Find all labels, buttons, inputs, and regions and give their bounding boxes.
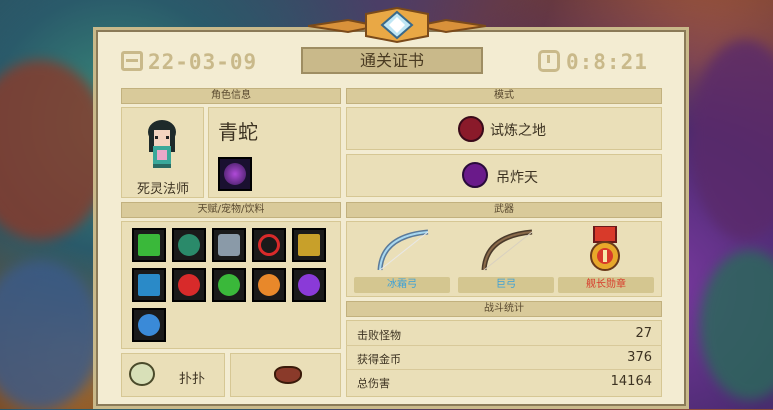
character-avatar: [148, 120, 176, 168]
green-shield-icon: [212, 268, 246, 302]
weapon-name: 舰长勋章: [558, 277, 654, 293]
character-section-header: 角色信息: [121, 88, 341, 104]
purple-shield-icon: [292, 268, 326, 302]
weapons-section-header: 武器: [346, 202, 662, 218]
target-icon: [132, 268, 166, 302]
heart-shield-icon: [172, 228, 206, 262]
certificate-title: 通关证书: [301, 47, 483, 74]
clock-icon: [538, 50, 560, 72]
bow-skill-icon: [132, 228, 166, 262]
demon-skull-icon: [458, 116, 484, 142]
stat-label: 获得金币: [357, 353, 401, 366]
stat-value: 376: [627, 350, 652, 365]
stat-value: 14164: [610, 374, 652, 389]
background-art: [700, 250, 773, 400]
mode-section-header: 模式: [346, 88, 662, 104]
pet-name: 扑扑: [179, 372, 206, 387]
drink-icon: [274, 366, 302, 384]
date-text: 22-03-09: [148, 50, 258, 74]
talents-section-header: 天赋/宠物/饮料: [121, 202, 341, 218]
gun-icon: [292, 228, 326, 262]
fire-shield-icon: [252, 268, 286, 302]
giant-bow-icon: [481, 229, 533, 271]
armor-icon: [212, 228, 246, 262]
weapon-name: 巨弓: [458, 277, 554, 293]
character-class: 死灵法师: [136, 182, 189, 197]
background-art: [690, 40, 773, 240]
crosshair-icon: [252, 228, 286, 262]
mode-name: 试炼之地: [490, 123, 546, 139]
background-art: [0, 260, 100, 410]
crest-icon: [308, 6, 486, 44]
divider: [346, 369, 662, 370]
divider: [346, 345, 662, 346]
captain-medal-icon: [590, 226, 620, 271]
stats-section-header: 战斗统计: [346, 301, 662, 317]
mode-name: 吊炸天: [496, 170, 538, 186]
character-name: 青蛇: [218, 120, 258, 144]
weapon-name: 冰霜弓: [354, 277, 450, 293]
frost-bow-icon: [377, 229, 429, 271]
brain-icon: [132, 308, 166, 342]
stat-value: 27: [635, 326, 652, 341]
stat-label: 击败怪物: [357, 329, 401, 342]
character-skill-icon: [218, 157, 252, 191]
stat-label: 总伤害: [357, 377, 390, 390]
calendar-icon: [121, 51, 143, 71]
health-icon: [172, 268, 206, 302]
pet-icon: [129, 362, 155, 386]
time-text: 0:8:21: [566, 50, 648, 74]
purple-skull-icon: [462, 162, 488, 188]
